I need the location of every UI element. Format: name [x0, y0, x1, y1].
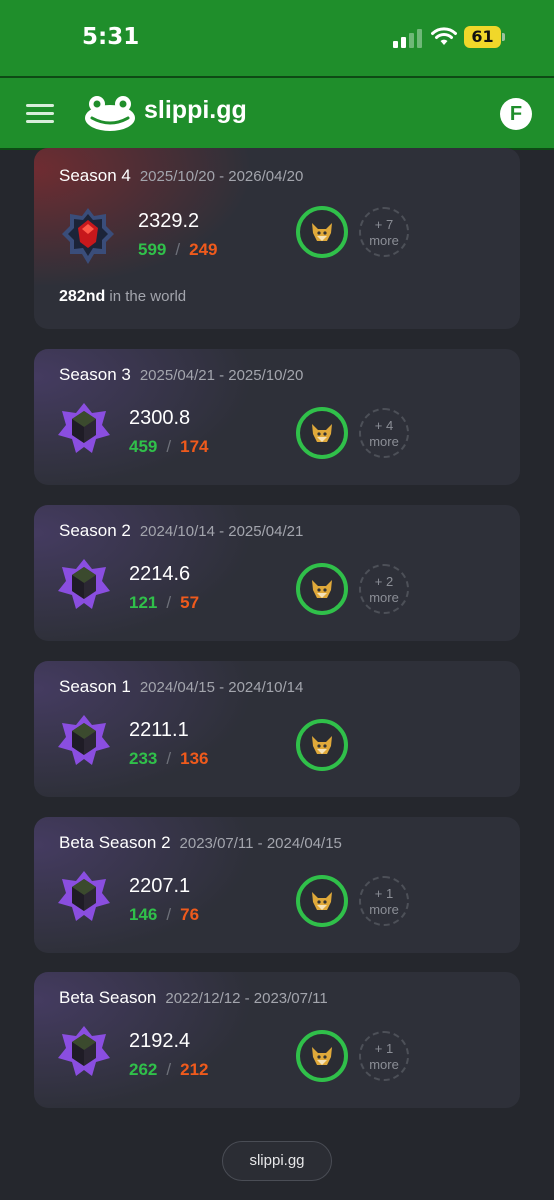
- more-characters[interactable]: + 2 more: [359, 564, 409, 614]
- season-card[interactable]: Season 2 2024/10/14 - 2025/04/21 2214.6 1…: [34, 505, 520, 641]
- losses: 76: [180, 905, 200, 924]
- more-characters[interactable]: + 7 more: [359, 207, 409, 257]
- world-rank-place: 282nd: [59, 288, 106, 305]
- season-dates: 2022/12/12 - 2023/07/11: [165, 990, 328, 1007]
- season-title: Season 1 2024/04/15 - 2024/10/14: [59, 677, 303, 697]
- wins: 262: [129, 1060, 158, 1079]
- world-rank-suffix: in the world: [109, 288, 187, 305]
- world-rank: 282nd in the world: [59, 288, 186, 306]
- season-title: Season 4 2025/10/20 - 2026/04/20: [59, 166, 303, 186]
- cellular-signal-icon: [393, 29, 422, 48]
- master-rank-icon: [58, 715, 110, 765]
- battery-tip: [502, 33, 505, 41]
- more-count: + 1: [374, 886, 394, 901]
- season-dates: 2025/04/21 - 2025/10/20: [139, 367, 304, 384]
- character-icon[interactable]: [296, 1030, 348, 1082]
- season-card[interactable]: Season 1 2024/04/15 - 2024/10/14 2211.1 2…: [34, 661, 520, 797]
- season-title: Season 2 2024/10/14 - 2025/04/21: [59, 521, 303, 541]
- season-dates: 2024/10/14 - 2025/04/21: [139, 523, 304, 540]
- season-title: Season 3 2025/04/21 - 2025/10/20: [59, 365, 303, 385]
- more-label: more: [369, 434, 399, 449]
- season-dates: 2024/04/15 - 2024/10/14: [139, 679, 304, 696]
- more-label: more: [369, 1057, 399, 1072]
- more-label: more: [369, 233, 399, 248]
- footer-site-link[interactable]: slippi.gg: [222, 1141, 332, 1181]
- season-card[interactable]: Season 4 2025/10/20 - 2026/04/20 2329.2 5…: [34, 148, 520, 329]
- losses: 249: [189, 240, 218, 259]
- season-title: Beta Season 2 2023/07/11 - 2024/04/15: [59, 833, 342, 853]
- master-rank-icon: [58, 403, 110, 453]
- character-icon[interactable]: [296, 563, 348, 615]
- season-dates: 2025/10/20 - 2026/04/20: [139, 168, 304, 185]
- season-rating: 2192.4: [129, 1030, 191, 1052]
- more-characters[interactable]: + 4 more: [359, 408, 409, 458]
- losses: 212: [180, 1060, 209, 1079]
- season-rating: 2211.1: [129, 719, 189, 741]
- wins: 459: [129, 437, 158, 456]
- win-loss: 599/249: [138, 240, 218, 259]
- win-loss: 121/57: [129, 593, 200, 612]
- win-loss: 146/76: [129, 905, 200, 924]
- more-count: + 4: [374, 418, 394, 433]
- master-rank-icon: [58, 559, 110, 609]
- character-icon[interactable]: [296, 407, 348, 459]
- character-icon[interactable]: [296, 719, 348, 771]
- more-characters[interactable]: + 1 more: [359, 1031, 409, 1081]
- losses: 174: [180, 437, 209, 456]
- more-label: more: [369, 590, 399, 605]
- season-rating: 2214.6: [129, 563, 191, 585]
- season-name: Season 2: [59, 521, 131, 540]
- season-rating: 2329.2: [138, 210, 200, 232]
- season-card[interactable]: Beta Season 2 2023/07/11 - 2024/04/15 220…: [34, 817, 520, 953]
- win-loss: 233/136: [129, 749, 209, 768]
- wins: 146: [129, 905, 158, 924]
- user-avatar[interactable]: F: [500, 98, 532, 130]
- season-name: Season 1: [59, 677, 131, 696]
- losses: 136: [180, 749, 209, 768]
- season-title: Beta Season 2022/12/12 - 2023/07/11: [59, 988, 328, 1008]
- wins: 233: [129, 749, 158, 768]
- season-name: Season 4: [59, 166, 131, 185]
- season-name: Beta Season 2: [59, 833, 171, 852]
- brand-name[interactable]: slippi.gg: [144, 96, 247, 125]
- wins: 121: [129, 593, 158, 612]
- character-icon[interactable]: [296, 206, 348, 258]
- more-count: + 1: [374, 1041, 394, 1056]
- frog-logo-icon[interactable]: [82, 94, 138, 134]
- character-icon[interactable]: [296, 875, 348, 927]
- season-rating: 2207.1: [129, 875, 191, 897]
- battery-icon: 61: [464, 26, 501, 48]
- wins: 599: [138, 240, 167, 259]
- menu-icon[interactable]: [26, 104, 54, 124]
- win-loss: 459/174: [129, 437, 209, 456]
- season-dates: 2023/07/11 - 2024/04/15: [179, 835, 342, 852]
- status-time: 5:31: [82, 24, 140, 50]
- status-bar: 5:31 61: [0, 0, 554, 76]
- grandmaster-rank-icon: [62, 208, 114, 264]
- more-label: more: [369, 902, 399, 917]
- losses: 57: [180, 593, 200, 612]
- more-count: + 7: [374, 217, 394, 232]
- master-rank-icon: [58, 871, 110, 921]
- season-rating: 2300.8: [129, 407, 191, 429]
- season-name: Beta Season: [59, 988, 157, 1007]
- wifi-icon: [431, 27, 457, 45]
- win-loss: 262/212: [129, 1060, 209, 1079]
- app-header: slippi.gg F: [0, 76, 554, 150]
- season-card[interactable]: Season 3 2025/04/21 - 2025/10/20 2300.8 4…: [34, 349, 520, 485]
- season-card[interactable]: Beta Season 2022/12/12 - 2023/07/11 2192.…: [34, 972, 520, 1108]
- more-count: + 2: [374, 574, 394, 589]
- more-characters[interactable]: + 1 more: [359, 876, 409, 926]
- master-rank-icon: [58, 1026, 110, 1076]
- season-name: Season 3: [59, 365, 131, 384]
